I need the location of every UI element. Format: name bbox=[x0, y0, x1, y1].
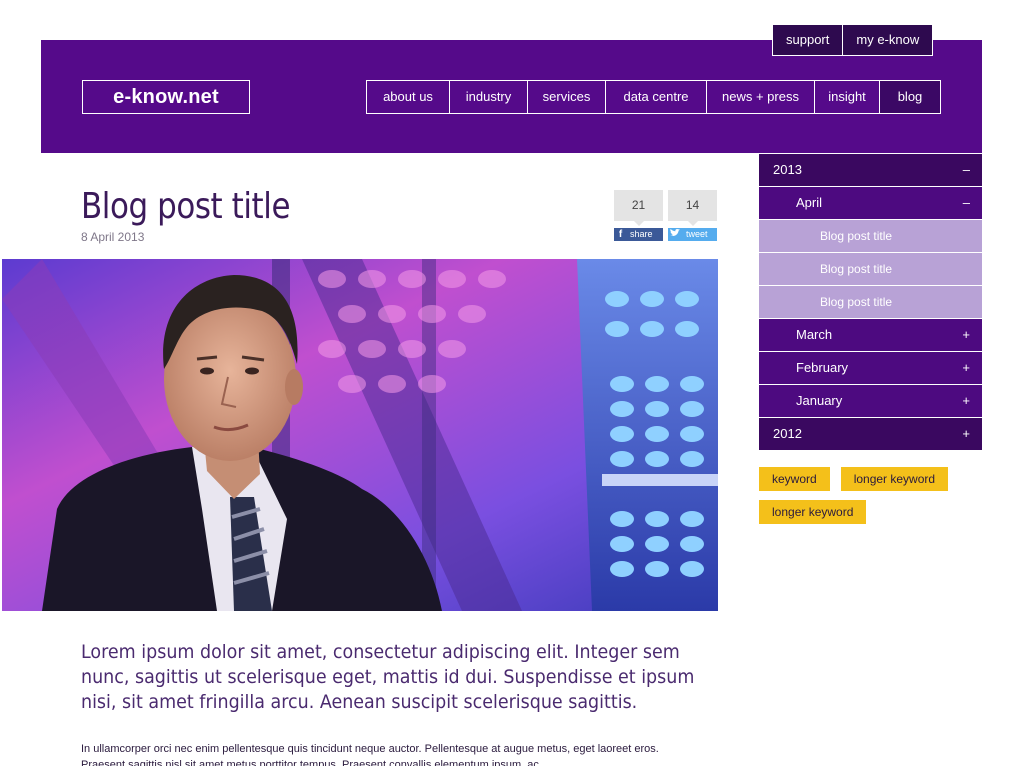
archive-month-february[interactable]: February + bbox=[759, 352, 982, 385]
hero-video-still[interactable] bbox=[2, 259, 718, 611]
archive-month-april[interactable]: April – bbox=[759, 187, 982, 220]
facebook-share-widget: 21 f share bbox=[614, 190, 663, 241]
support-link[interactable]: support bbox=[772, 24, 843, 56]
site-logo[interactable]: e-know.net bbox=[82, 80, 250, 114]
expand-icon: + bbox=[962, 327, 970, 342]
post-body-paragraph: In ullamcorper orci nec enim pellentesqu… bbox=[81, 743, 659, 766]
expand-icon: + bbox=[962, 360, 970, 375]
nav-item-industry[interactable]: industry bbox=[450, 81, 528, 113]
archive-month-label: January bbox=[796, 393, 843, 408]
archive-year-label: 2013 bbox=[773, 162, 802, 177]
utility-nav: support my e-know bbox=[772, 24, 934, 56]
keyword-tag[interactable]: keyword bbox=[759, 467, 830, 491]
facebook-icon: f bbox=[618, 229, 623, 240]
expand-icon: + bbox=[962, 426, 970, 441]
facebook-share-button[interactable]: f share bbox=[614, 228, 663, 241]
archive-post-link[interactable]: Blog post title bbox=[759, 220, 982, 253]
twitter-share-count: 14 bbox=[668, 190, 717, 226]
twitter-tweet-label: tweet bbox=[686, 229, 708, 239]
keyword-tag[interactable]: longer keyword bbox=[759, 500, 867, 524]
facebook-share-count: 21 bbox=[614, 190, 663, 226]
expand-icon: + bbox=[962, 393, 970, 408]
hero-image-art bbox=[2, 259, 718, 611]
post-lead-paragraph: Lorem ipsum dolor sit amet, consectetur … bbox=[81, 641, 695, 713]
nav-item-about-us[interactable]: about us bbox=[367, 81, 450, 113]
collapse-icon: – bbox=[962, 162, 970, 177]
archive-month-january[interactable]: January + bbox=[759, 385, 982, 418]
keyword-tags: keyword longer keyword longer keyword bbox=[759, 467, 982, 524]
archive-post-link[interactable]: Blog post title bbox=[759, 286, 982, 319]
nav-item-services[interactable]: services bbox=[528, 81, 606, 113]
collapse-icon: – bbox=[962, 195, 970, 210]
twitter-share-widget: 14 tweet bbox=[668, 190, 717, 241]
twitter-tweet-button[interactable]: tweet bbox=[668, 228, 717, 241]
twitter-bird-icon bbox=[668, 228, 681, 241]
post-date: 8 April 2013 bbox=[81, 230, 145, 244]
nav-item-news-press[interactable]: news + press bbox=[707, 81, 815, 113]
main-nav: about us industry services data centre n… bbox=[366, 80, 941, 114]
facebook-share-label: share bbox=[630, 229, 653, 239]
archive-post-link[interactable]: Blog post title bbox=[759, 253, 982, 286]
archive-month-label: March bbox=[796, 327, 833, 342]
nav-item-insight[interactable]: insight bbox=[815, 81, 880, 113]
keyword-tag[interactable]: longer keyword bbox=[840, 467, 949, 491]
archive-month-label: April bbox=[796, 195, 823, 210]
my-eknow-link[interactable]: my e-know bbox=[842, 24, 934, 56]
nav-item-blog[interactable]: blog bbox=[880, 81, 940, 113]
archive-month-label: February bbox=[796, 360, 849, 375]
post-title: Blog post title bbox=[81, 186, 291, 227]
blog-archive: 2013 – April – Blog post title Blog post… bbox=[759, 154, 982, 451]
nav-item-data-centre[interactable]: data centre bbox=[606, 81, 707, 113]
site-header: e-know.net about us industry services da… bbox=[41, 40, 982, 153]
archive-year-label: 2012 bbox=[773, 426, 802, 441]
archive-month-march[interactable]: March + bbox=[759, 319, 982, 352]
archive-year-2013[interactable]: 2013 – bbox=[759, 154, 982, 187]
archive-year-2012[interactable]: 2012 + bbox=[759, 418, 982, 451]
